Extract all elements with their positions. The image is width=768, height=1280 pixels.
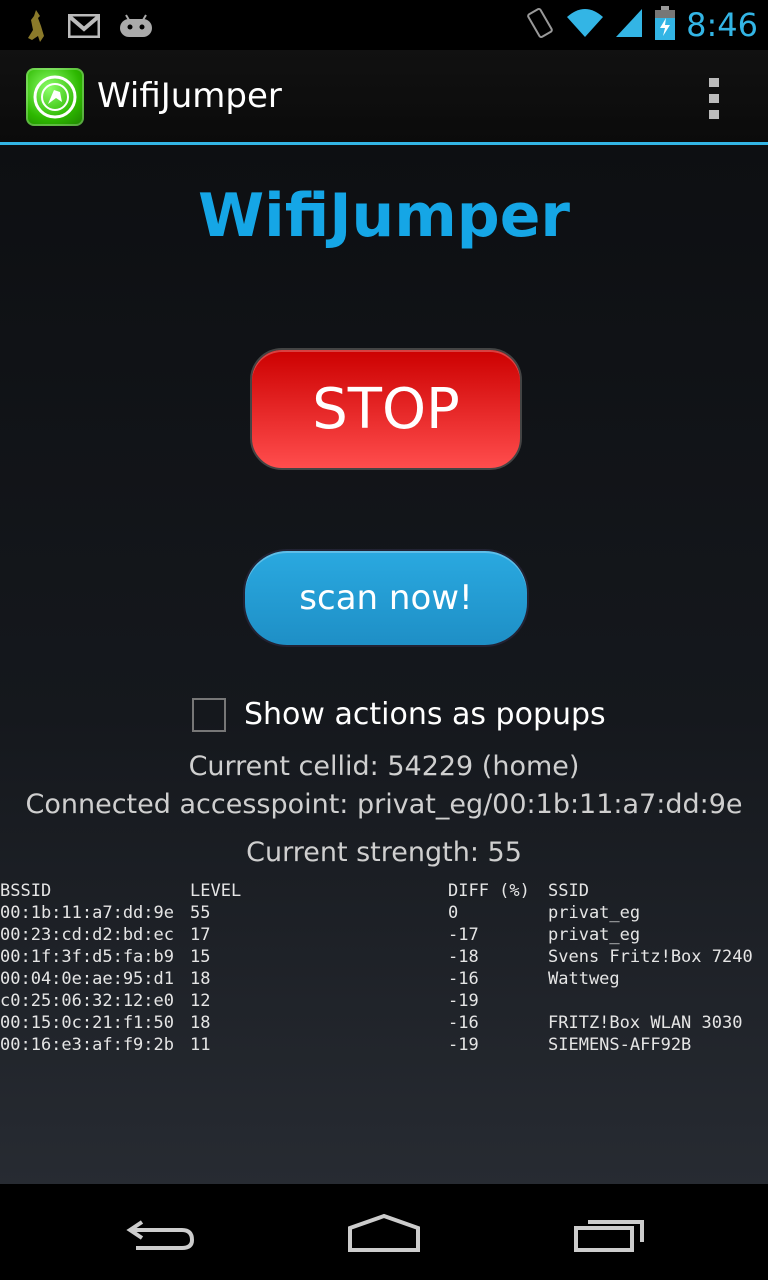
show-popups-label[interactable]: Show actions as popups <box>244 697 606 732</box>
bssid-cell: 00:16:e3:af:f9:2b <box>0 1035 174 1055</box>
bssid-cell: 00:15:0c:21:f1:50 <box>0 1013 174 1033</box>
cell-signal-icon <box>614 7 644 43</box>
table-header-row: BSSID LEVEL DIFF (%) SSID <box>0 881 768 903</box>
current-strength-text: Current strength: 55 <box>246 837 522 868</box>
battery-charging-icon <box>654 6 676 44</box>
bssid-cell: 00:1f:3f:d5:fa:b9 <box>0 947 174 967</box>
bssid-cell: 00:04:0e:ae:95:d1 <box>0 969 174 989</box>
header-ssid: SSID <box>548 881 589 901</box>
ssid-cell: privat_eg <box>548 903 641 923</box>
level-cell: 17 <box>190 925 211 945</box>
bssid-cell: 00:1b:11:a7:dd:9e <box>0 903 174 923</box>
kangaroo-icon <box>22 8 50 48</box>
diff-cell: -18 <box>448 947 479 967</box>
table-row: 00:1f:3f:d5:fa:b9 15 -18 Svens Fritz!Box… <box>0 947 768 969</box>
home-icon[interactable] <box>344 1212 424 1256</box>
table-row: 00:15:0c:21:f1:50 18 -16 FRITZ!Box WLAN … <box>0 1013 768 1035</box>
diff-cell: -17 <box>448 925 479 945</box>
stop-button[interactable]: STOP <box>250 348 522 470</box>
clock: 8:46 <box>686 6 758 44</box>
notification-icons <box>22 8 154 48</box>
diff-cell: -16 <box>448 1013 479 1033</box>
table-row: c0:25:06:32:12:e0 12 -19 <box>0 991 768 1013</box>
level-cell: 11 <box>190 1035 211 1055</box>
ssid-cell: FRITZ!Box WLAN 3030 <box>548 1013 743 1033</box>
ssid-cell: Svens Fritz!Box 7240 <box>548 947 753 967</box>
bssid-cell: 00:23:cd:d2:bd:ec <box>0 925 174 945</box>
connected-accesspoint-text: Connected accesspoint: privat_eg/00:1b:1… <box>25 789 743 820</box>
header-bssid: BSSID <box>0 881 52 901</box>
level-cell: 18 <box>190 1013 211 1033</box>
table-row: 00:1b:11:a7:dd:9e 55 0 privat_eg <box>0 903 768 925</box>
scan-now-button[interactable]: scan now! <box>243 549 529 647</box>
accesspoint-table: BSSID LEVEL DIFF (%) SSID 00:1b:11:a7:dd… <box>0 881 768 1057</box>
app-icon[interactable] <box>26 68 84 126</box>
back-icon[interactable] <box>122 1212 202 1256</box>
diff-cell: 0 <box>448 903 459 923</box>
android-icon <box>118 13 154 43</box>
bssid-cell: c0:25:06:32:12:e0 <box>0 991 174 1011</box>
diff-cell: -19 <box>448 991 479 1011</box>
ssid-cell: SIEMENS-AFF92B <box>548 1035 692 1055</box>
status-bar: 8:46 <box>0 0 768 50</box>
ssid-cell: Wattweg <box>548 969 620 989</box>
app-title: WifiJumper <box>97 76 282 116</box>
header-diff: DIFF (%) <box>448 881 530 901</box>
level-cell: 55 <box>190 903 211 923</box>
gmail-icon <box>67 13 101 42</box>
popup-checkbox-row[interactable]: Show actions as popups <box>192 697 606 732</box>
ssid-cell: privat_eg <box>548 925 641 945</box>
diff-cell: -19 <box>448 1035 479 1055</box>
wifi-icon <box>566 7 604 43</box>
table-row: 00:16:e3:af:f9:2b 11 -19 SIEMENS-AFF92B <box>0 1035 768 1057</box>
table-row: 00:23:cd:d2:bd:ec 17 -17 privat_eg <box>0 925 768 947</box>
navigation-bar <box>0 1184 768 1280</box>
current-cellid-text: Current cellid: 54229 (home) <box>188 751 580 782</box>
header-level: LEVEL <box>190 881 242 901</box>
vibrate-icon <box>524 6 556 44</box>
overflow-menu-icon[interactable] <box>706 76 722 122</box>
recent-apps-icon[interactable] <box>572 1212 652 1256</box>
page-title: WifiJumper <box>197 181 570 251</box>
show-popups-checkbox[interactable] <box>192 697 226 732</box>
level-cell: 18 <box>190 969 211 989</box>
level-cell: 12 <box>190 991 211 1011</box>
diff-cell: -16 <box>448 969 479 989</box>
table-row: 00:04:0e:ae:95:d1 18 -16 Wattweg <box>0 969 768 991</box>
level-cell: 15 <box>190 947 211 967</box>
action-bar: WifiJumper <box>0 50 768 145</box>
system-icons: 8:46 <box>524 6 758 44</box>
main-content: WifiJumper STOP scan now! Show actions a… <box>0 145 768 1185</box>
